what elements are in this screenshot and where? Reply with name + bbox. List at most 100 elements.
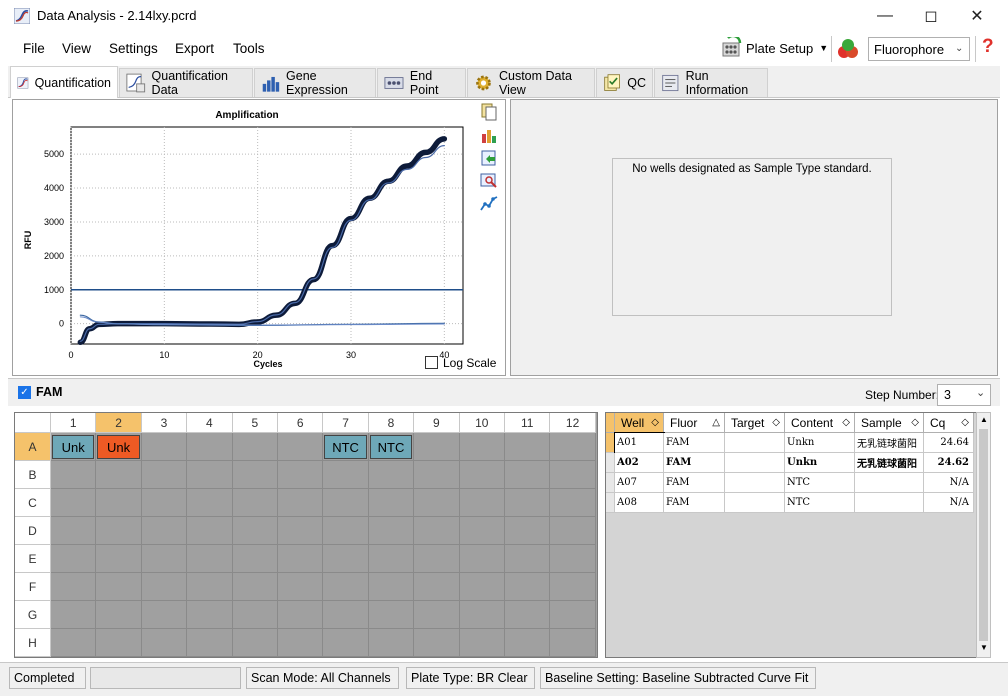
table-cell[interactable]: FAM <box>664 493 725 513</box>
fam-checkbox[interactable]: ✓ <box>18 386 31 399</box>
plate-well[interactable] <box>414 517 460 545</box>
plate-row-header[interactable]: F <box>15 573 51 601</box>
plate-well[interactable] <box>459 601 505 629</box>
plate-column-header[interactable]: 1 <box>51 413 97 433</box>
plate-well[interactable] <box>550 573 596 601</box>
plate-row-header[interactable]: D <box>15 517 51 545</box>
plate-column-header[interactable]: 12 <box>550 413 596 433</box>
dye-colors-icon[interactable] <box>836 37 860 61</box>
table-cell[interactable]: 24.62 <box>924 453 974 473</box>
plate-row-header[interactable]: G <box>15 601 51 629</box>
plate-column-header[interactable]: 11 <box>505 413 551 433</box>
plate-well[interactable] <box>505 601 551 629</box>
table-cell[interactable]: A02 <box>615 453 664 473</box>
plate-well[interactable] <box>505 489 551 517</box>
plate-well[interactable] <box>232 433 278 461</box>
plate-well[interactable] <box>187 517 233 545</box>
plate-well-sample[interactable]: Unk <box>97 435 140 459</box>
plate-well[interactable] <box>368 545 415 573</box>
plate-well[interactable] <box>505 629 551 657</box>
plate-well[interactable] <box>323 573 369 601</box>
plate-well[interactable] <box>232 517 278 545</box>
column-header[interactable]: Cq ◇ <box>924 413 974 433</box>
plate-well[interactable] <box>323 489 369 517</box>
table-cell[interactable] <box>855 473 924 493</box>
plate-well[interactable] <box>51 461 97 489</box>
fluorophore-select[interactable]: Fluorophore ⌄ <box>868 37 970 61</box>
plate-well[interactable] <box>550 601 596 629</box>
maximize-button[interactable]: ◻ <box>908 0 954 32</box>
table-cell[interactable] <box>855 493 924 513</box>
plate-well[interactable] <box>96 573 142 601</box>
table-cell[interactable] <box>725 493 785 513</box>
plate-well-sample[interactable]: NTC <box>369 435 413 459</box>
table-cell[interactable]: NTC <box>785 493 855 513</box>
help-icon[interactable]: ? <box>982 36 994 58</box>
plate-well[interactable] <box>232 601 278 629</box>
plate-well[interactable] <box>141 545 188 573</box>
log-scale-checkbox[interactable] <box>425 356 438 369</box>
table-cell[interactable]: Unkn <box>785 453 855 473</box>
table-cell[interactable]: N/A <box>924 493 974 513</box>
plate-well-sample[interactable]: NTC <box>324 435 367 459</box>
plate-column-header[interactable]: 9 <box>414 413 460 433</box>
plate-well[interactable] <box>232 573 278 601</box>
plate-well[interactable] <box>232 461 278 489</box>
table-cell[interactable]: 24.64 <box>924 433 974 453</box>
plate-well[interactable] <box>51 545 97 573</box>
tab-gene-expression[interactable]: Gene Expression <box>254 68 376 97</box>
table-cell[interactable] <box>725 433 785 453</box>
table-cell[interactable]: A01 <box>614 432 665 454</box>
plate-well[interactable] <box>414 601 460 629</box>
plate-well[interactable] <box>323 601 369 629</box>
plate-well[interactable] <box>96 461 142 489</box>
plate-well[interactable] <box>51 629 97 657</box>
plate-well[interactable] <box>368 629 415 657</box>
plate-well[interactable] <box>414 545 460 573</box>
table-cell[interactable]: FAM <box>664 433 725 453</box>
plate-well[interactable] <box>278 601 324 629</box>
plate-well[interactable] <box>459 461 505 489</box>
plate-column-header[interactable]: 5 <box>232 413 278 433</box>
zoom-chart-icon[interactable] <box>480 172 498 190</box>
step-number-select[interactable]: 3 ⌄ <box>937 384 991 406</box>
table-cell[interactable] <box>725 473 785 493</box>
column-header[interactable]: Sample ◇ <box>855 413 924 433</box>
plate-well[interactable] <box>278 433 324 461</box>
sort-icon[interactable]: ◇ <box>772 417 780 428</box>
plate-well[interactable] <box>141 433 188 461</box>
sort-icon[interactable]: ◇ <box>651 417 659 428</box>
plate-well[interactable] <box>96 517 142 545</box>
plate-well[interactable] <box>550 629 596 657</box>
plate-corner[interactable] <box>15 413 51 433</box>
plate-well[interactable] <box>51 601 97 629</box>
curve-fit-icon[interactable] <box>480 195 498 213</box>
plate-well[interactable] <box>368 461 415 489</box>
plate-well[interactable] <box>278 545 324 573</box>
plate-well[interactable] <box>51 489 97 517</box>
plate-well[interactable] <box>550 545 596 573</box>
plate-well[interactable] <box>414 629 460 657</box>
column-header[interactable]: Target ◇ <box>725 413 785 433</box>
table-cell[interactable]: 无乳链球菌阳 <box>855 433 924 453</box>
plate-well[interactable] <box>505 461 551 489</box>
plate-well[interactable] <box>187 545 233 573</box>
plate-row-header[interactable]: A <box>15 433 51 461</box>
plate-well[interactable] <box>141 461 188 489</box>
plate-well[interactable] <box>141 517 188 545</box>
sort-icon[interactable]: △ <box>712 417 720 428</box>
plate-row-header[interactable]: H <box>15 629 51 657</box>
plate-well[interactable] <box>141 629 188 657</box>
row-selector[interactable] <box>606 453 615 473</box>
plate-well[interactable] <box>232 545 278 573</box>
plate-well[interactable] <box>141 601 188 629</box>
plate-column-header[interactable]: 3 <box>141 413 188 433</box>
row-selector[interactable] <box>606 493 615 513</box>
plate-well[interactable] <box>368 517 415 545</box>
plate-well[interactable] <box>550 461 596 489</box>
plate-well[interactable] <box>505 433 551 461</box>
plate-well[interactable] <box>187 573 233 601</box>
menu-export[interactable]: Export <box>175 41 214 56</box>
table-cell[interactable]: 无乳链球菌阳 <box>855 453 924 473</box>
tab-qc[interactable]: QC <box>596 68 653 97</box>
